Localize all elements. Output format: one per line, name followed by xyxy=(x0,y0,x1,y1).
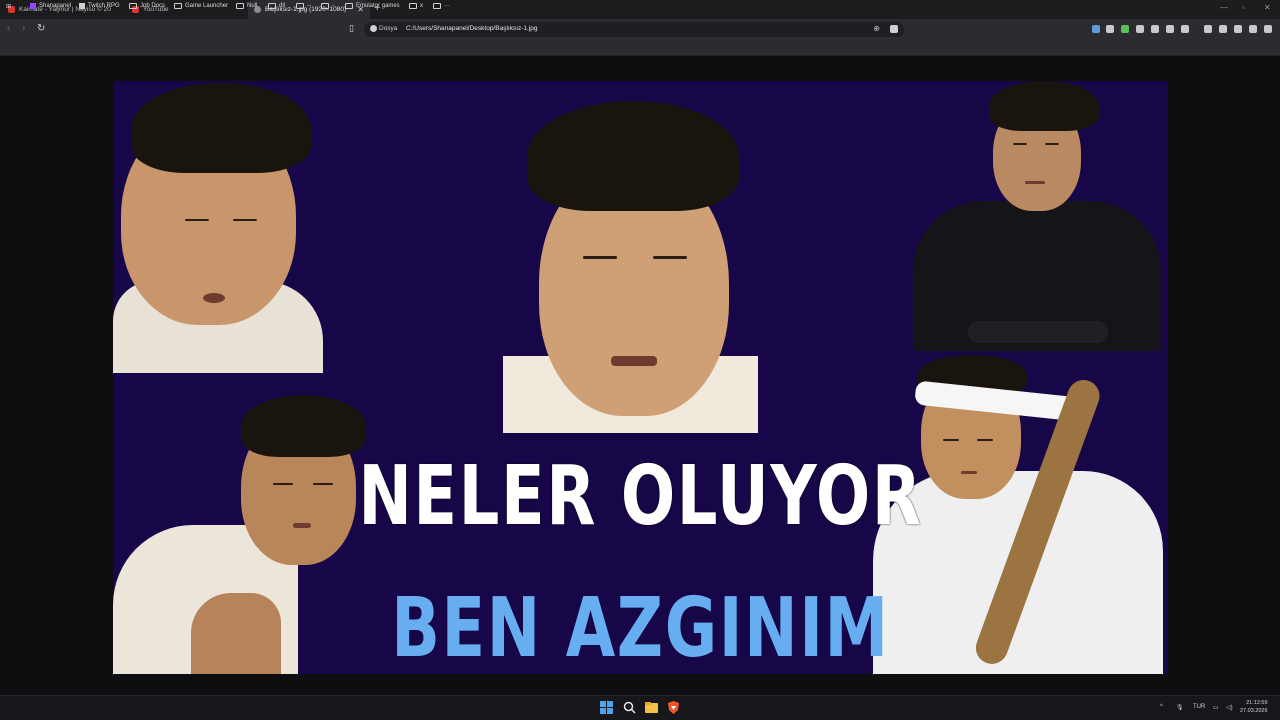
crossed-arms xyxy=(968,321,1108,343)
wallet-icon[interactable] xyxy=(1249,25,1257,33)
extension-icon[interactable] xyxy=(1092,25,1100,33)
photo-man-top-right xyxy=(913,81,1168,351)
folder-icon xyxy=(296,3,304,9)
address-bar[interactable]: Dosya C:/Users/Shanapanel/Desktop/Başlık… xyxy=(364,22,904,37)
reload-icon[interactable]: ↻ xyxy=(37,23,45,34)
photo-man-center xyxy=(503,101,758,433)
bookmark-game-launcher[interactable]: Game Launcher xyxy=(174,3,228,9)
bookmark-shanapanel[interactable]: Shanapanel xyxy=(30,3,71,9)
minimize-button[interactable]: — xyxy=(1220,3,1228,12)
site-label: Dosya xyxy=(379,25,398,32)
folder-icon xyxy=(345,3,353,9)
clock[interactable]: 21:12:59 27.03.2026 xyxy=(1240,699,1268,715)
bookmark-job-docs[interactable]: Job Docs xyxy=(129,3,165,9)
shield-icon[interactable] xyxy=(890,25,898,33)
headline-line-1: NELER OLUYOR xyxy=(358,449,923,544)
extension-icon[interactable] xyxy=(1166,25,1174,33)
extension-icon[interactable] xyxy=(1106,25,1114,33)
headline-line-2: BEN AZGINIM xyxy=(391,581,890,674)
extension-icon[interactable] xyxy=(1181,25,1189,33)
close-window-button[interactable]: ✕ xyxy=(1264,3,1271,12)
zoom-icon[interactable]: ⊕ xyxy=(873,24,880,33)
sparkle-icon[interactable] xyxy=(1234,25,1242,33)
info-icon xyxy=(370,25,377,32)
folder-icon xyxy=(268,3,276,9)
photo-man-top-left xyxy=(113,81,323,373)
bookmark-twitch-rpg[interactable]: Twitch RPG xyxy=(79,3,120,9)
back-button[interactable]: ‹ xyxy=(7,23,10,34)
bookmark-null[interactable]: Null xyxy=(236,3,257,9)
bookmark-emulator-games[interactable]: Emulator games xyxy=(345,3,400,9)
folder-icon xyxy=(433,3,441,9)
sidebar-icon[interactable] xyxy=(1219,25,1227,33)
bookmarks-bar xyxy=(0,40,1280,56)
clock-date: 27.03.2026 xyxy=(1240,708,1268,714)
twitch-icon xyxy=(30,3,36,9)
network-icon[interactable]: ▭ xyxy=(1213,704,1219,711)
forward-button[interactable]: › xyxy=(22,23,25,34)
extension-icon[interactable] xyxy=(1136,25,1144,33)
folder-icon xyxy=(174,3,182,9)
bookmark-dll[interactable]: dll xyxy=(268,3,285,9)
displayed-image: NELER OLUYOR BEN AZGINIM xyxy=(113,81,1168,674)
brave-browser-icon[interactable] xyxy=(667,701,680,714)
language-indicator[interactable]: TUR xyxy=(1193,704,1205,710)
extension-icon[interactable] xyxy=(1121,25,1129,33)
folder-icon xyxy=(409,3,417,9)
bookmark-dashes[interactable]: -- xyxy=(296,3,311,9)
bookmark-x[interactable]: x xyxy=(409,3,423,9)
url-text[interactable]: C:/Users/Shanapanel/Desktop/Başlıksız-1.… xyxy=(406,25,538,32)
folder-icon xyxy=(129,3,137,9)
windows-start-icon[interactable] xyxy=(600,701,613,714)
bookmark-more[interactable]: ··· xyxy=(433,3,450,9)
bookmark-icon[interactable]: ▯ xyxy=(349,23,354,34)
menu-icon[interactable] xyxy=(1264,25,1272,33)
folder-icon xyxy=(236,3,244,9)
extension-icon[interactable] xyxy=(1151,25,1159,33)
microphone-icon[interactable]: 🎙 xyxy=(1176,704,1184,711)
folder-icon xyxy=(321,3,329,9)
music-icon[interactable] xyxy=(1204,25,1212,33)
clock-time: 21:12:59 xyxy=(1246,700,1268,706)
chevron-up-icon[interactable]: ^ xyxy=(1160,704,1163,710)
file-explorer-icon[interactable] xyxy=(645,701,658,714)
bookmark-dash[interactable]: - xyxy=(321,3,334,9)
volume-icon[interactable]: ◁) xyxy=(1226,704,1233,711)
taskbar xyxy=(0,695,1280,720)
page-icon xyxy=(79,3,85,9)
maximize-button[interactable]: ▫ xyxy=(1242,3,1245,12)
apps-icon[interactable]: ⊞ xyxy=(6,3,11,10)
search-icon[interactable] xyxy=(623,701,636,714)
